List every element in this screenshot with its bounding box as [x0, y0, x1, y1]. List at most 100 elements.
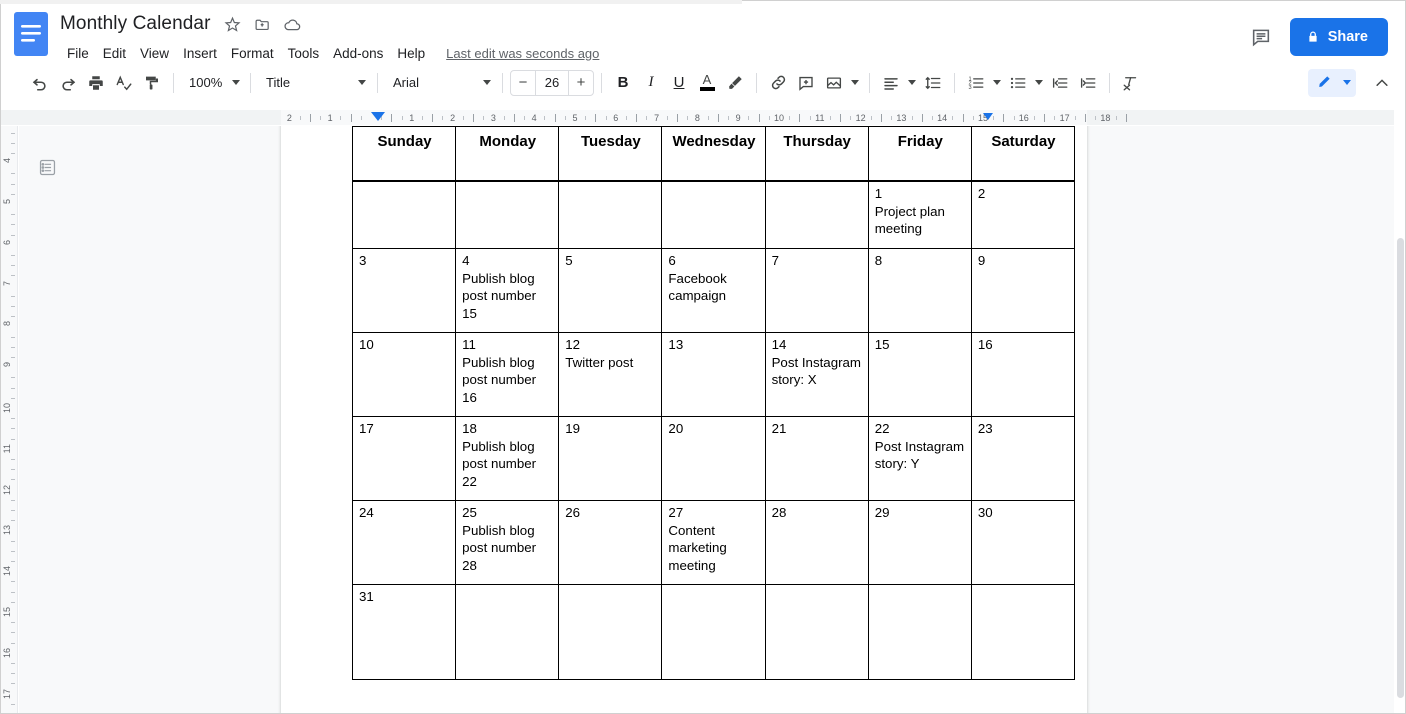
- decrease-indent-icon[interactable]: [1046, 69, 1074, 97]
- calendar-day-cell[interactable]: 24: [351, 500, 457, 585]
- calendar-day-cell[interactable]: 14 Post Instagram story: X: [764, 332, 869, 417]
- comment-history-icon[interactable]: [1248, 24, 1274, 50]
- add-comment-icon[interactable]: [792, 69, 820, 97]
- calendar-day-cell[interactable]: 13: [661, 332, 766, 417]
- calendar-day-cell[interactable]: 31: [351, 584, 457, 680]
- clear-formatting-icon[interactable]: [1117, 69, 1145, 97]
- underline-button[interactable]: U: [665, 69, 693, 97]
- align-dropdown[interactable]: [905, 69, 919, 97]
- left-indent-marker[interactable]: [371, 112, 385, 121]
- calendar-day-cell[interactable]: 8: [867, 248, 972, 333]
- document-outline-icon[interactable]: [34, 154, 60, 180]
- vertical-ruler[interactable]: 34567891011121314151617: [0, 126, 18, 714]
- editing-mode-dropdown[interactable]: [1338, 68, 1356, 97]
- font-family-select[interactable]: Arial: [385, 70, 495, 96]
- share-button[interactable]: Share: [1289, 18, 1388, 56]
- zoom-select[interactable]: 100%: [181, 70, 243, 96]
- calendar-day-cell[interactable]: [558, 584, 663, 680]
- calendar-day-cell[interactable]: 19: [558, 416, 663, 501]
- highlight-pen-icon[interactable]: [721, 69, 749, 97]
- scrollbar-thumb[interactable]: [1397, 238, 1404, 698]
- print-icon[interactable]: [82, 69, 110, 97]
- page-title[interactable]: Monthly Calendar: [56, 13, 215, 35]
- increase-indent-icon[interactable]: [1074, 69, 1102, 97]
- calendar-day-cell[interactable]: 25 Publish blog post number 28: [455, 500, 560, 585]
- calendar-day-cell[interactable]: 29: [867, 500, 972, 585]
- insert-image-dropdown[interactable]: [848, 69, 862, 97]
- calendar-day-cell[interactable]: 16: [970, 332, 1076, 417]
- paint-format-icon[interactable]: [138, 69, 166, 97]
- menu-edit[interactable]: Edit: [96, 44, 133, 63]
- calendar-day-cell[interactable]: 30: [970, 500, 1076, 585]
- menu-format[interactable]: Format: [224, 44, 281, 63]
- insert-image-icon[interactable]: [820, 69, 848, 97]
- calendar-day-cell[interactable]: [661, 584, 766, 680]
- calendar-day-cell[interactable]: 20: [661, 416, 766, 501]
- calendar-day-cell[interactable]: 9: [970, 248, 1076, 333]
- google-docs-logo-icon[interactable]: [14, 12, 48, 56]
- calendar-day-cell[interactable]: 22 Post Instagram story: Y: [867, 416, 972, 501]
- menu-help[interactable]: Help: [390, 44, 432, 63]
- vertical-scrollbar[interactable]: [1394, 126, 1406, 714]
- calendar-day-cell[interactable]: [558, 181, 663, 249]
- bulleted-list-dropdown[interactable]: [1032, 69, 1046, 97]
- calendar-day-cell[interactable]: 27 Content marketing meeting: [661, 500, 766, 585]
- bold-button[interactable]: B: [609, 69, 637, 97]
- font-size-input[interactable]: 26: [535, 70, 569, 95]
- calendar-day-cell[interactable]: 3: [351, 248, 457, 333]
- right-indent-marker[interactable]: [983, 113, 993, 120]
- calendar-day-cell[interactable]: 11 Publish blog post number 16: [455, 332, 560, 417]
- editing-mode-button[interactable]: [1308, 68, 1338, 97]
- calendar-day-cell[interactable]: [764, 181, 869, 249]
- calendar-day-cell[interactable]: [970, 584, 1076, 680]
- calendar-day-cell[interactable]: 23: [970, 416, 1076, 501]
- font-size-stepper[interactable]: − 26 +: [510, 69, 594, 96]
- italic-button[interactable]: I: [637, 69, 665, 97]
- numbered-list-dropdown[interactable]: [990, 69, 1004, 97]
- horizontal-ruler[interactable]: 2 1 1 2 3 4 5 6 7 8 9 10 11 12 13 14 15 16 17 18: [0, 110, 1394, 126]
- align-left-icon[interactable]: [877, 69, 905, 97]
- calendar-day-cell[interactable]: 15: [867, 332, 972, 417]
- menu-view[interactable]: View: [133, 44, 176, 63]
- star-icon[interactable]: [221, 12, 245, 36]
- calendar-day-cell[interactable]: [455, 584, 560, 680]
- menu-addons[interactable]: Add-ons: [326, 44, 390, 63]
- document-page[interactable]: Sunday Monday Tuesday Wednesday Thursday…: [281, 126, 1087, 714]
- paragraph-style-select[interactable]: Title: [258, 70, 370, 96]
- line-spacing-icon[interactable]: [919, 69, 947, 97]
- calendar-day-cell[interactable]: [661, 181, 766, 249]
- calendar-day-cell[interactable]: [455, 181, 560, 249]
- cloud-saved-icon[interactable]: [281, 12, 305, 36]
- calendar-day-cell[interactable]: 21: [764, 416, 869, 501]
- calendar-day-cell[interactable]: 18 Publish blog post number 22: [455, 416, 560, 501]
- calendar-day-cell[interactable]: 6 Facebook campaign: [661, 248, 766, 333]
- calendar-day-cell[interactable]: 10: [351, 332, 457, 417]
- numbered-list-icon[interactable]: 1 2 3: [962, 69, 990, 97]
- collapse-toolbar-button[interactable]: [1368, 69, 1396, 97]
- text-color-button[interactable]: A: [693, 69, 721, 97]
- move-to-folder-icon[interactable]: [251, 12, 275, 36]
- calendar-day-cell[interactable]: [764, 584, 869, 680]
- redo-icon[interactable]: [54, 69, 82, 97]
- calendar-day-cell[interactable]: [867, 584, 972, 680]
- calendar-day-cell[interactable]: 4 Publish blog post number 15: [455, 248, 560, 333]
- spellcheck-icon[interactable]: [110, 69, 138, 97]
- calendar-day-cell[interactable]: 12 Twitter post: [558, 332, 663, 417]
- calendar-day-cell[interactable]: 2: [970, 181, 1076, 249]
- calendar-day-cell[interactable]: 26: [558, 500, 663, 585]
- calendar-day-cell[interactable]: 17: [351, 416, 457, 501]
- menu-insert[interactable]: Insert: [176, 44, 224, 63]
- menu-tools[interactable]: Tools: [281, 44, 327, 63]
- font-size-increase-button[interactable]: +: [569, 71, 593, 95]
- calendar-day-cell[interactable]: 5: [558, 248, 663, 333]
- calendar-day-cell[interactable]: [351, 181, 457, 249]
- last-edit-status[interactable]: Last edit was seconds ago: [446, 46, 599, 61]
- bulleted-list-icon[interactable]: [1004, 69, 1032, 97]
- menu-file[interactable]: File: [60, 44, 96, 63]
- calendar-day-cell[interactable]: 7: [764, 248, 869, 333]
- insert-link-icon[interactable]: [764, 69, 792, 97]
- calendar-day-cell[interactable]: 1 Project plan meeting: [867, 181, 972, 249]
- undo-icon[interactable]: [26, 69, 54, 97]
- calendar-day-cell[interactable]: 28: [764, 500, 869, 585]
- font-size-decrease-button[interactable]: −: [511, 71, 535, 95]
